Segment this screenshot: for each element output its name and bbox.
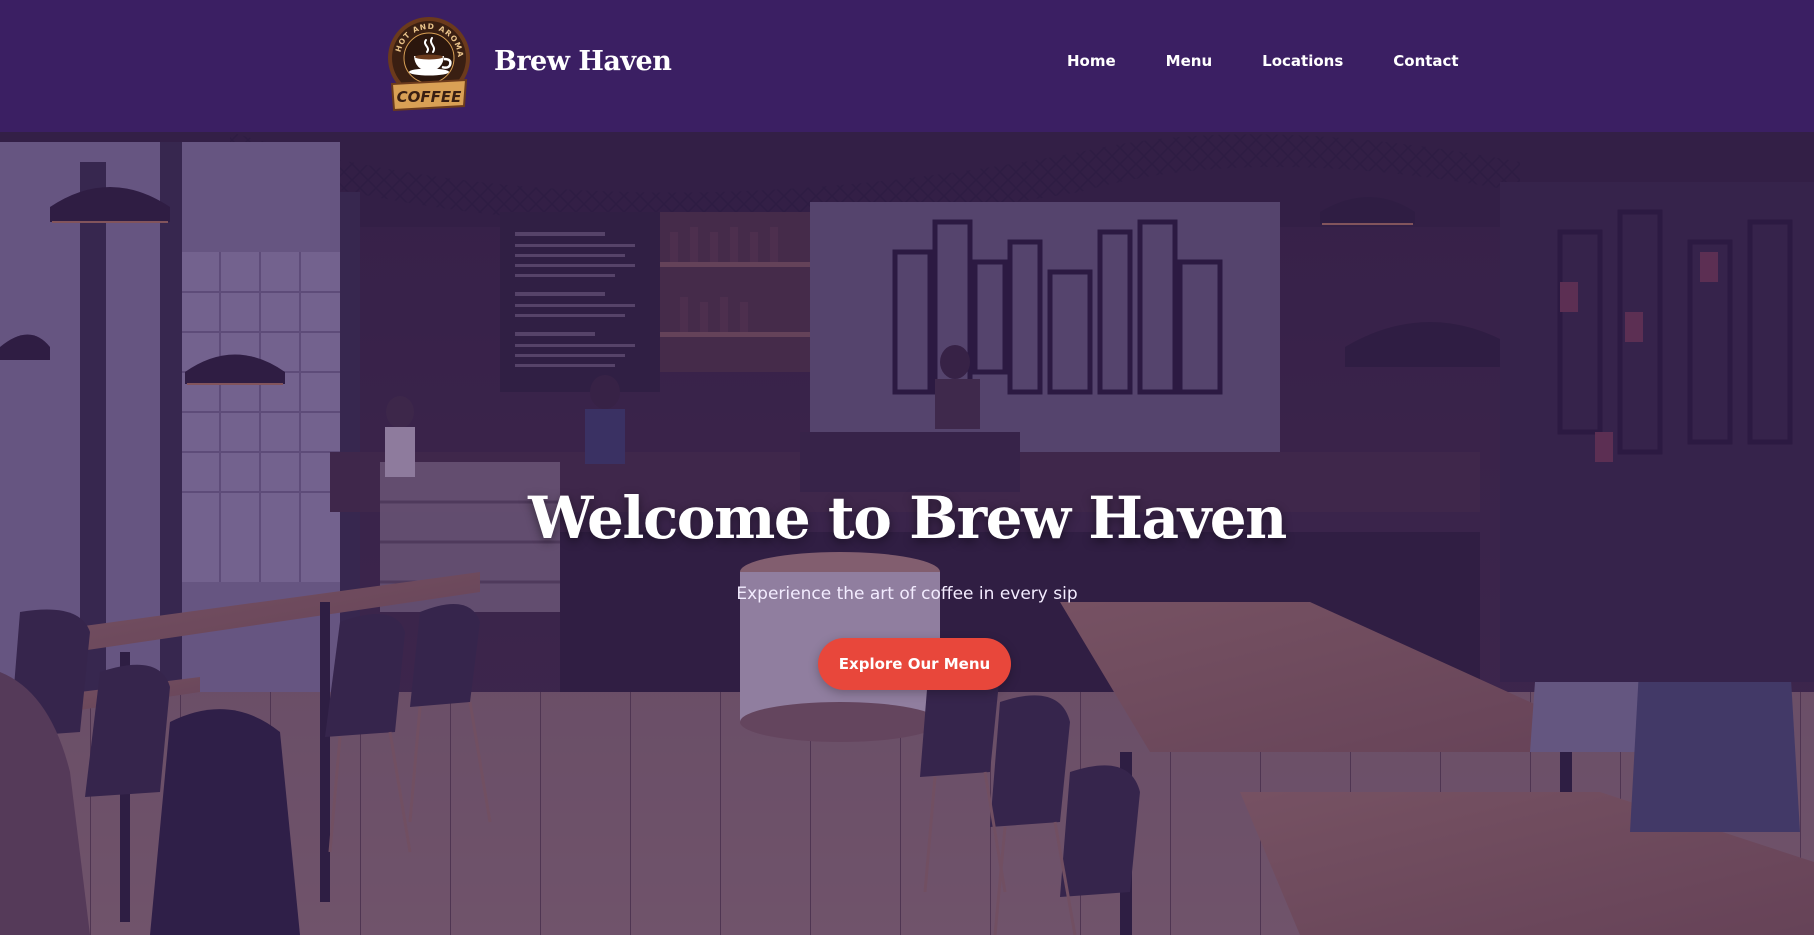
explore-menu-button[interactable]: Explore Our Menu <box>818 638 1011 690</box>
nav-locations-link[interactable]: Locations <box>1262 52 1343 70</box>
hero-title: Welcome to Brew Haven <box>528 484 1287 552</box>
nav-home-link[interactable]: Home <box>1067 52 1116 70</box>
main-nav: Home Menu Locations Contact <box>1067 52 1459 70</box>
brand-home-link[interactable]: HOT AND AROMATIC COFFEE Brew Haven <box>386 14 672 112</box>
coffee-logo-icon[interactable]: HOT AND AROMATIC COFFEE <box>386 14 472 112</box>
nav-contact-link[interactable]: Contact <box>1393 52 1458 70</box>
nav-menu-link[interactable]: Menu <box>1166 52 1212 70</box>
brand-name[interactable]: Brew Haven <box>494 46 672 77</box>
hero-subtitle: Experience the art of coffee in every si… <box>736 584 1078 604</box>
hero-section: Welcome to Brew Haven Experience the art… <box>0 132 1814 935</box>
hero-content: Welcome to Brew Haven Experience the art… <box>0 132 1814 935</box>
logo-word: COFFEE <box>397 88 462 106</box>
site-header: HOT AND AROMATIC COFFEE Brew Haven Home … <box>0 0 1814 132</box>
